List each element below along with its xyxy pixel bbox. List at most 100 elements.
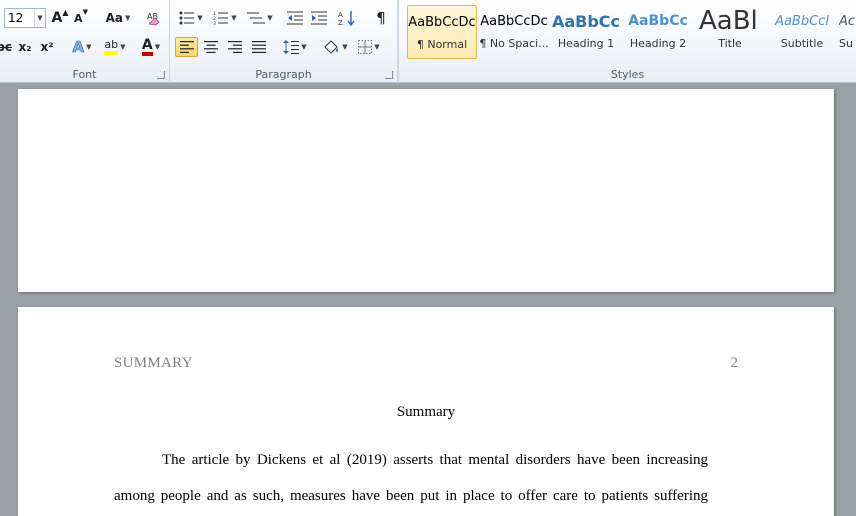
borders-button[interactable]: ▼ bbox=[354, 37, 384, 57]
style-no-spacing[interactable]: AaBbCcDc ¶ No Spaci... bbox=[479, 5, 549, 59]
chevron-down-icon: ▼ bbox=[125, 14, 131, 22]
justify-button[interactable] bbox=[248, 37, 270, 57]
multilevel-list-icon bbox=[247, 12, 266, 24]
numbering-button[interactable]: 1 2 3 ▼ bbox=[210, 8, 240, 28]
shading-button[interactable]: ▼ bbox=[320, 37, 350, 57]
grow-font-button[interactable]: A ▲ bbox=[50, 8, 70, 28]
change-case-button[interactable]: Aa ▼ bbox=[104, 8, 132, 28]
styles-group-label: Styles bbox=[610, 68, 645, 81]
chevron-down-icon: ▼ bbox=[267, 14, 273, 22]
chevron-down-icon: ▼ bbox=[231, 14, 237, 22]
styles-group: AaBbCcDc ¶ Normal AaBbCcDc ¶ No Spaci...… bbox=[398, 0, 856, 83]
caret-down-icon: ▼ bbox=[82, 8, 88, 16]
font-color-label: A bbox=[141, 38, 153, 56]
svg-text:3: 3 bbox=[213, 21, 216, 25]
change-case-label: Aa bbox=[105, 11, 123, 25]
dialog-launcher-icon[interactable]: x bbox=[157, 71, 165, 79]
style-no-spacing-sample: AaBbCcDc bbox=[480, 13, 548, 29]
superscript-button[interactable]: x² bbox=[38, 37, 56, 57]
font-size-combobox[interactable]: 12 ▼ bbox=[4, 8, 46, 28]
chevron-down-icon: ▼ bbox=[374, 43, 380, 51]
font-color-button[interactable]: A ▼ bbox=[136, 37, 166, 57]
document-page-1[interactable] bbox=[18, 89, 834, 292]
style-normal[interactable]: AaBbCcDc ¶ Normal bbox=[407, 5, 477, 59]
chevron-down-icon: ▼ bbox=[86, 43, 92, 51]
style-subtle-emphasis-label: Su bbox=[839, 37, 853, 50]
subscript-label: x₂ bbox=[18, 40, 32, 54]
style-heading-2-label: Heading 2 bbox=[629, 37, 687, 50]
bullets-button[interactable]: ▼ bbox=[176, 8, 206, 28]
chevron-down-icon[interactable]: ▼ bbox=[34, 9, 45, 27]
highlight-color-button[interactable]: ab ▼ bbox=[100, 37, 130, 57]
pilcrow-icon: ¶ bbox=[376, 9, 386, 27]
paragraph-group: ▼ 1 2 3 ▼ ▼ A Z ¶ ▼ ▼ ▼ Paragraph bbox=[170, 0, 398, 83]
style-subtitle-sample: AaBbCcl bbox=[775, 13, 829, 29]
style-normal-sample: AaBbCcDc bbox=[408, 14, 476, 30]
style-heading-1[interactable]: AaBbCc Heading 1 bbox=[551, 5, 621, 59]
chevron-down-icon: ▼ bbox=[301, 43, 307, 51]
bullets-icon bbox=[179, 11, 195, 25]
chevron-down-icon: ▼ bbox=[342, 43, 348, 51]
align-left-button[interactable] bbox=[175, 37, 198, 57]
style-subtle-emphasis-sample: Ac bbox=[839, 13, 856, 29]
font-group: 12 ▼ A▲ A▼ Aa▼ AB abc x₂ x² A▼ bbox=[0, 0, 170, 83]
increase-indent-button[interactable] bbox=[308, 8, 330, 28]
document-title: Summary bbox=[396, 404, 456, 420]
highlight-label: ab bbox=[104, 39, 119, 55]
strikethrough-label: abc bbox=[0, 40, 12, 54]
line-spacing-icon bbox=[283, 40, 300, 54]
style-no-spacing-label: ¶ No Spaci... bbox=[479, 37, 549, 50]
svg-text:A: A bbox=[338, 11, 343, 19]
shrink-font-button[interactable]: A ▼ bbox=[72, 8, 90, 28]
sort-button[interactable]: A Z bbox=[336, 8, 358, 28]
style-subtle-emphasis[interactable]: Ac Su bbox=[839, 5, 856, 59]
subscript-button[interactable]: x₂ bbox=[16, 37, 34, 57]
clear-formatting-icon: AB bbox=[147, 12, 160, 26]
font-group-label: Font bbox=[72, 68, 97, 81]
align-right-icon bbox=[228, 41, 242, 53]
body-text-line: among people and as such, measures have … bbox=[114, 488, 708, 504]
dialog-launcher-icon[interactable]: x bbox=[385, 71, 393, 79]
increase-indent-icon bbox=[311, 11, 327, 25]
paint-bucket-icon bbox=[324, 40, 339, 54]
align-center-icon bbox=[204, 41, 218, 53]
borders-icon bbox=[358, 40, 373, 54]
style-title-label: Title bbox=[718, 37, 742, 50]
paragraph-group-label: Paragraph bbox=[255, 68, 312, 81]
decrease-indent-button[interactable] bbox=[284, 8, 306, 28]
svg-text:Z: Z bbox=[338, 19, 343, 26]
document-page-2[interactable]: SUMMARY 2 Summary The article by Dickens… bbox=[18, 307, 834, 516]
style-subtitle[interactable]: AaBbCcl Subtitle bbox=[767, 5, 837, 59]
numbering-icon: 1 2 3 bbox=[213, 11, 229, 25]
align-right-button[interactable] bbox=[224, 37, 246, 57]
clear-formatting-button[interactable]: AB bbox=[144, 8, 164, 28]
decrease-indent-icon bbox=[287, 11, 303, 25]
chevron-down-icon: ▼ bbox=[197, 14, 203, 22]
style-heading-2[interactable]: AaBbCc Heading 2 bbox=[623, 5, 693, 59]
multilevel-list-button[interactable]: ▼ bbox=[244, 8, 276, 28]
style-title-sample: AaBl bbox=[699, 6, 758, 36]
page-number: 2 bbox=[730, 355, 739, 371]
style-heading-1-label: Heading 1 bbox=[557, 37, 615, 50]
style-heading-1-sample: AaBbCc bbox=[551, 11, 621, 31]
style-heading-2-sample: AaBbCc bbox=[628, 13, 688, 29]
sort-icon: A Z bbox=[338, 11, 355, 26]
superscript-label: x² bbox=[40, 40, 54, 54]
chevron-down-icon: ▼ bbox=[154, 43, 161, 51]
text-effects-button[interactable]: A ▼ bbox=[68, 37, 96, 57]
line-spacing-button[interactable]: ▼ bbox=[280, 37, 310, 57]
ribbon: 12 ▼ A▲ A▼ Aa▼ AB abc x₂ x² A▼ bbox=[0, 0, 856, 83]
text-effects-label: A bbox=[72, 38, 85, 57]
running-head: SUMMARY bbox=[114, 355, 193, 371]
shrink-font-label: A bbox=[74, 11, 83, 25]
align-center-button[interactable] bbox=[200, 37, 222, 57]
strikethrough-button[interactable]: abc bbox=[0, 37, 12, 57]
justify-icon bbox=[252, 41, 266, 53]
chevron-down-icon: ▼ bbox=[120, 43, 126, 51]
show-hide-marks-button[interactable]: ¶ bbox=[370, 8, 392, 28]
font-size-value: 12 bbox=[8, 11, 24, 25]
style-subtitle-label: Subtitle bbox=[780, 37, 824, 50]
style-title[interactable]: AaBl Title bbox=[695, 5, 765, 59]
align-left-icon bbox=[179, 41, 194, 53]
caret-up-icon: ▲ bbox=[62, 8, 69, 17]
